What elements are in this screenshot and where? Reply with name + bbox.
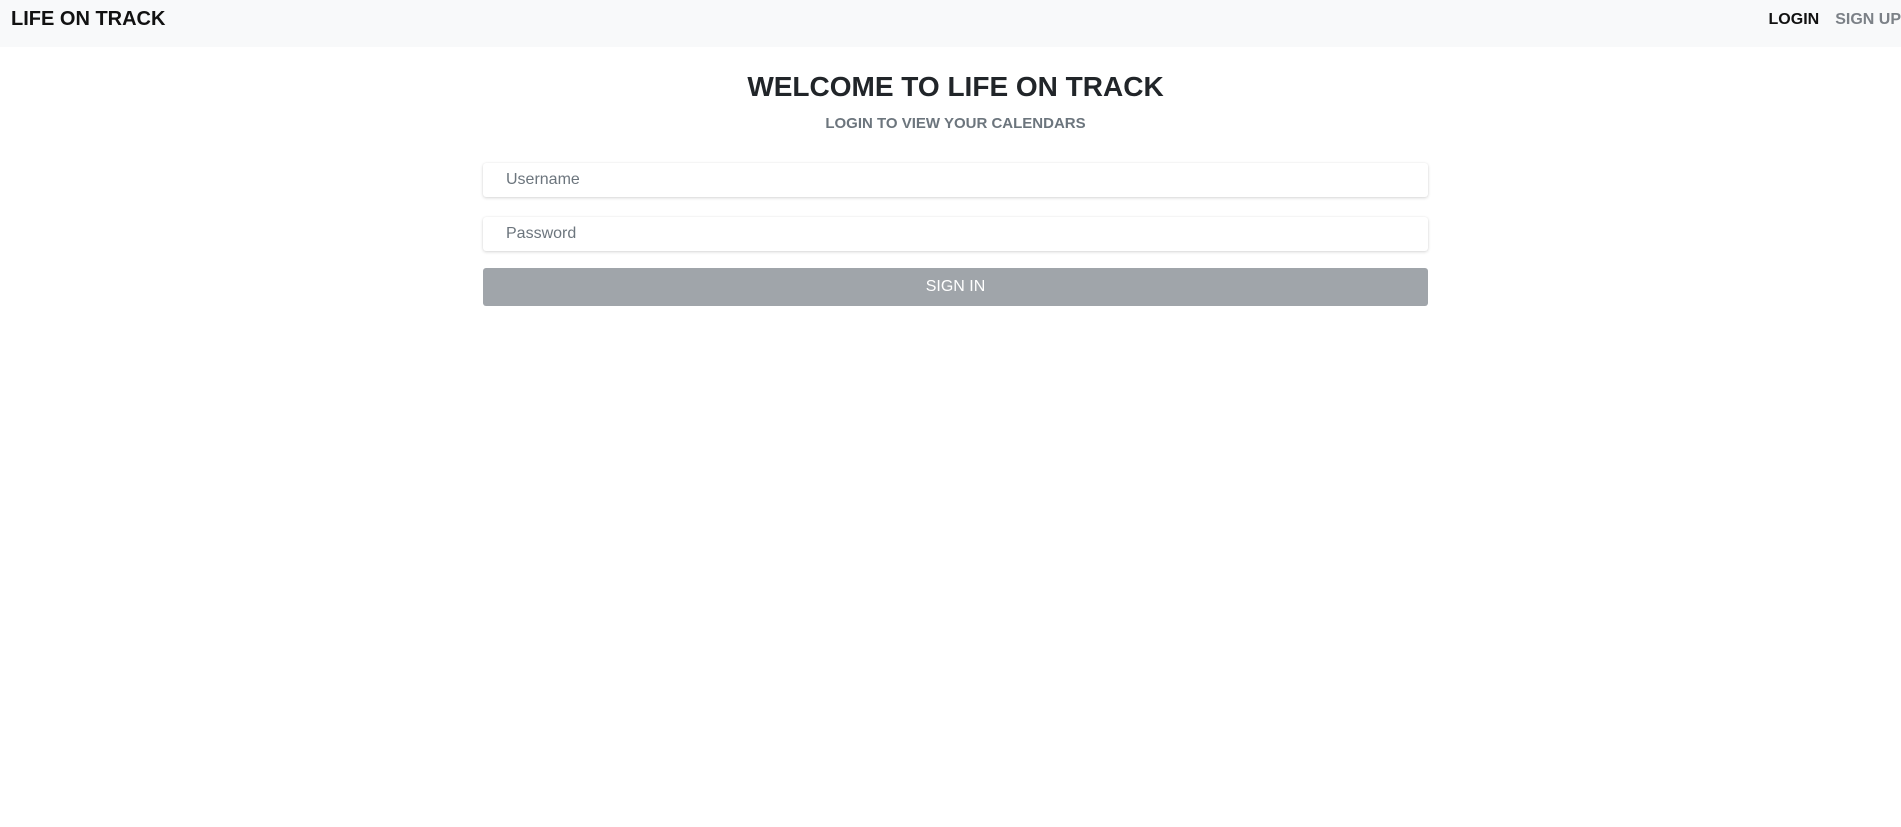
password-field[interactable] (483, 217, 1428, 251)
sign-up-nav-link[interactable]: SIGN UP (1835, 11, 1901, 29)
sign-in-button[interactable]: SIGN IN (483, 268, 1428, 306)
username-field[interactable] (483, 163, 1428, 197)
login-nav-link[interactable]: LOGIN (1769, 11, 1820, 29)
top-navbar: LIFE ON TRACK LOGIN SIGN UP (0, 0, 1901, 47)
page-title: WELCOME TO LIFE ON TRACK (747, 71, 1164, 102)
page-subtitle: LOGIN TO VIEW YOUR CALENDARS (825, 115, 1086, 132)
brand-link[interactable]: LIFE ON TRACK (11, 9, 165, 29)
navbar-links: LOGIN SIGN UP (1769, 11, 1901, 29)
